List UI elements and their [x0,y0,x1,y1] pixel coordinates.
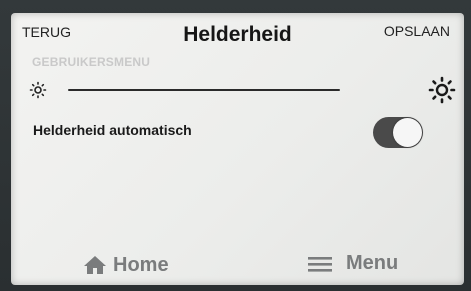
home-icon [84,256,106,274]
sun-small-icon [29,81,47,99]
menu-nav-label: Menu [346,251,399,274]
device-bezel: TERUG Helderheid OPSLAAN GEBRUIKERSMENU [0,0,471,291]
home-nav-button[interactable]: Home [83,253,169,277]
brightness-slider[interactable] [68,89,340,91]
home-nav-label: Home [113,253,169,276]
breadcrumb: GEBRUIKERSMENU [32,55,151,69]
toggle-knob [393,118,422,147]
touch-screen: TERUG Helderheid OPSLAAN GEBRUIKERSMENU [11,13,464,285]
auto-brightness-toggle[interactable] [373,117,423,148]
save-button[interactable]: OPSLAAN [384,23,450,39]
sun-large-icon [428,76,456,104]
hamburger-icon [308,257,332,272]
auto-brightness-label: Helderheid automatisch [33,122,192,138]
menu-nav-button[interactable]: Menu [308,251,398,275]
